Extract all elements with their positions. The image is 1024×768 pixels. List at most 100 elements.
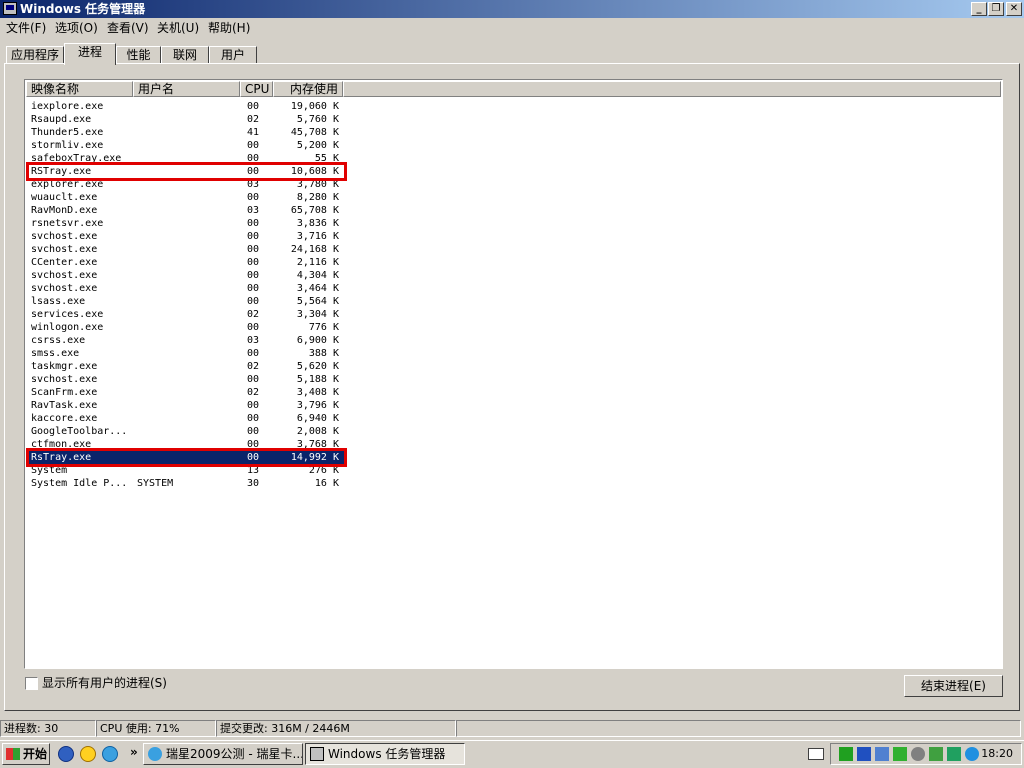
column-memory[interactable]: 内存使用 — [273, 81, 343, 97]
process-row[interactable]: GoogleToolbar... 00 2,008 K — [29, 425, 347, 438]
rising-icon[interactable] — [893, 747, 907, 761]
qq-penguin-icon[interactable] — [80, 746, 96, 762]
process-list[interactable]: 映像名称 用户名 CPU 内存使用 iexplore.exe 00 19,060 K… — [24, 79, 1003, 669]
tab-users[interactable]: 用户 — [209, 46, 257, 64]
process-row[interactable]: kaccore.exe 00 6,940 K — [29, 412, 347, 425]
process-memory: 3,780 K — [296, 179, 339, 190]
process-row[interactable]: RavMonD.exe 03 65,708 K — [29, 204, 347, 217]
process-row[interactable]: wuauclt.exe 00 8,280 K — [29, 191, 347, 204]
tab-networking[interactable]: 联网 — [161, 46, 209, 64]
process-row[interactable]: lsass.exe 00 5,564 K — [29, 295, 347, 308]
process-row[interactable]: RSTray.exe 00 10,608 K — [29, 165, 347, 178]
process-memory: 6,900 K — [296, 335, 339, 346]
process-cpu: 00 — [247, 153, 260, 164]
menu-help[interactable]: 帮助(H) — [208, 20, 250, 36]
menu-bar: 文件(F) 选项(O) 查看(V) 关机(U) 帮助(H) — [0, 18, 1024, 38]
monitor-icon[interactable] — [875, 747, 889, 761]
process-cpu: 00 — [247, 166, 260, 177]
column-filler — [343, 81, 1001, 97]
process-row[interactable]: iexplore.exe 00 19,060 K — [29, 100, 347, 113]
process-memory: 5,620 K — [296, 361, 339, 372]
process-name: svchost.exe — [31, 231, 98, 242]
process-row[interactable]: taskmgr.exe 02 5,620 K — [29, 360, 347, 373]
column-user-name[interactable]: 用户名 — [133, 81, 240, 97]
process-row[interactable]: svchost.exe 00 24,168 K — [29, 243, 347, 256]
show-all-users-label[interactable]: 显示所有用户的进程(S) — [42, 676, 167, 690]
close-button[interactable]: ✕ — [1006, 2, 1022, 16]
status-empty — [456, 720, 1021, 737]
process-row[interactable]: explorer.exe 03 3,780 K — [29, 178, 347, 191]
menu-view[interactable]: 查看(V) — [107, 20, 149, 36]
process-row[interactable]: safeboxTray.exe 00 55 K — [29, 152, 347, 165]
umbrella-icon[interactable] — [947, 747, 961, 761]
process-memory: 3,796 K — [296, 400, 339, 411]
ie-icon[interactable] — [102, 746, 118, 762]
taskbar-button-rising[interactable]: 瑞星2009公测 - 瑞星卡... — [143, 743, 303, 765]
process-memory: 5,200 K — [296, 140, 339, 151]
process-name: svchost.exe — [31, 374, 98, 385]
column-image-name[interactable]: 映像名称 — [26, 81, 133, 97]
system-tray: 18:20 — [830, 743, 1022, 765]
quicklaunch-chevron-icon[interactable]: » — [130, 745, 138, 759]
status-bar: 进程数: 30 CPU 使用: 71% 提交更改: 316M / 2446M — [0, 719, 1024, 738]
menu-options[interactable]: 选项(O) — [55, 20, 98, 36]
process-name: rsnetsvr.exe — [31, 218, 104, 229]
process-row[interactable]: services.exe 02 3,304 K — [29, 308, 347, 321]
process-name: RsTray.exe — [31, 452, 92, 463]
process-cpu: 00 — [247, 192, 260, 203]
process-row[interactable]: winlogon.exe 00 776 K — [29, 321, 347, 334]
keyboard-icon[interactable] — [808, 748, 824, 760]
process-row[interactable]: System Idle P... SYSTEM 30 16 K — [29, 477, 347, 490]
process-row[interactable]: svchost.exe 00 5,188 K — [29, 373, 347, 386]
show-all-users-checkbox[interactable] — [25, 677, 38, 690]
process-row[interactable]: svchost.exe 00 4,304 K — [29, 269, 347, 282]
security-icon[interactable] — [929, 747, 943, 761]
process-row[interactable]: ctfmon.exe 00 3,768 K — [29, 438, 347, 451]
network-icon[interactable] — [839, 747, 853, 761]
process-row[interactable]: rsnetsvr.exe 00 3,836 K — [29, 217, 347, 230]
globe-icon[interactable] — [965, 747, 979, 761]
bluetooth-icon[interactable] — [857, 747, 871, 761]
taskbar: 开始 » 瑞星2009公测 - 瑞星卡... Windows 任务管理器 18:… — [0, 740, 1024, 768]
process-row[interactable]: CCenter.exe 00 2,116 K — [29, 256, 347, 269]
process-name: smss.exe — [31, 348, 80, 359]
process-row[interactable]: RsTray.exe 00 14,992 K — [29, 451, 347, 464]
process-row[interactable]: ScanFrm.exe 02 3,408 K — [29, 386, 347, 399]
menu-file[interactable]: 文件(F) — [6, 20, 46, 36]
process-cpu: 03 — [247, 335, 260, 346]
process-row[interactable]: csrss.exe 03 6,900 K — [29, 334, 347, 347]
menu-shutdown[interactable]: 关机(U) — [157, 20, 199, 36]
maximize-button[interactable]: ❐ — [988, 2, 1004, 16]
end-process-button[interactable]: 结束进程(E) — [904, 675, 1003, 697]
tab-performance[interactable]: 性能 — [116, 46, 161, 64]
process-memory: 2,116 K — [296, 257, 339, 268]
minimize-button[interactable]: _ — [971, 2, 987, 16]
process-cpu: 13 — [247, 465, 260, 476]
process-row[interactable]: Rsaupd.exe 02 5,760 K — [29, 113, 347, 126]
start-button[interactable]: 开始 — [2, 743, 50, 765]
process-row[interactable]: Thunder5.exe 41 45,708 K — [29, 126, 347, 139]
disc-icon[interactable] — [911, 747, 925, 761]
process-name: RavMonD.exe — [31, 205, 98, 216]
process-name: RavTask.exe — [31, 400, 98, 411]
process-cpu: 00 — [247, 270, 260, 281]
process-memory: 4,304 K — [296, 270, 339, 281]
process-row[interactable]: RavTask.exe 00 3,796 K — [29, 399, 347, 412]
tab-applications[interactable]: 应用程序 — [6, 46, 64, 64]
process-row[interactable]: svchost.exe 00 3,716 K — [29, 230, 347, 243]
messenger-icon[interactable] — [58, 746, 74, 762]
title-bar[interactable]: Windows 任务管理器 _ ❐ ✕ — [0, 0, 1024, 18]
process-cpu: 02 — [247, 361, 260, 372]
column-cpu[interactable]: CPU — [240, 81, 273, 97]
process-cpu: 00 — [247, 231, 260, 242]
taskbar-button-task-manager[interactable]: Windows 任务管理器 — [305, 743, 465, 765]
process-row[interactable]: stormliv.exe 00 5,200 K — [29, 139, 347, 152]
task-manager-icon — [310, 747, 324, 761]
process-cpu: 00 — [247, 257, 260, 268]
tab-processes[interactable]: 进程 — [64, 43, 116, 65]
status-cpu-usage: CPU 使用: 71% — [96, 720, 216, 737]
process-row[interactable]: smss.exe 00 388 K — [29, 347, 347, 360]
process-row[interactable]: System 13 276 K — [29, 464, 347, 477]
start-label: 开始 — [23, 747, 48, 761]
process-row[interactable]: svchost.exe 00 3,464 K — [29, 282, 347, 295]
